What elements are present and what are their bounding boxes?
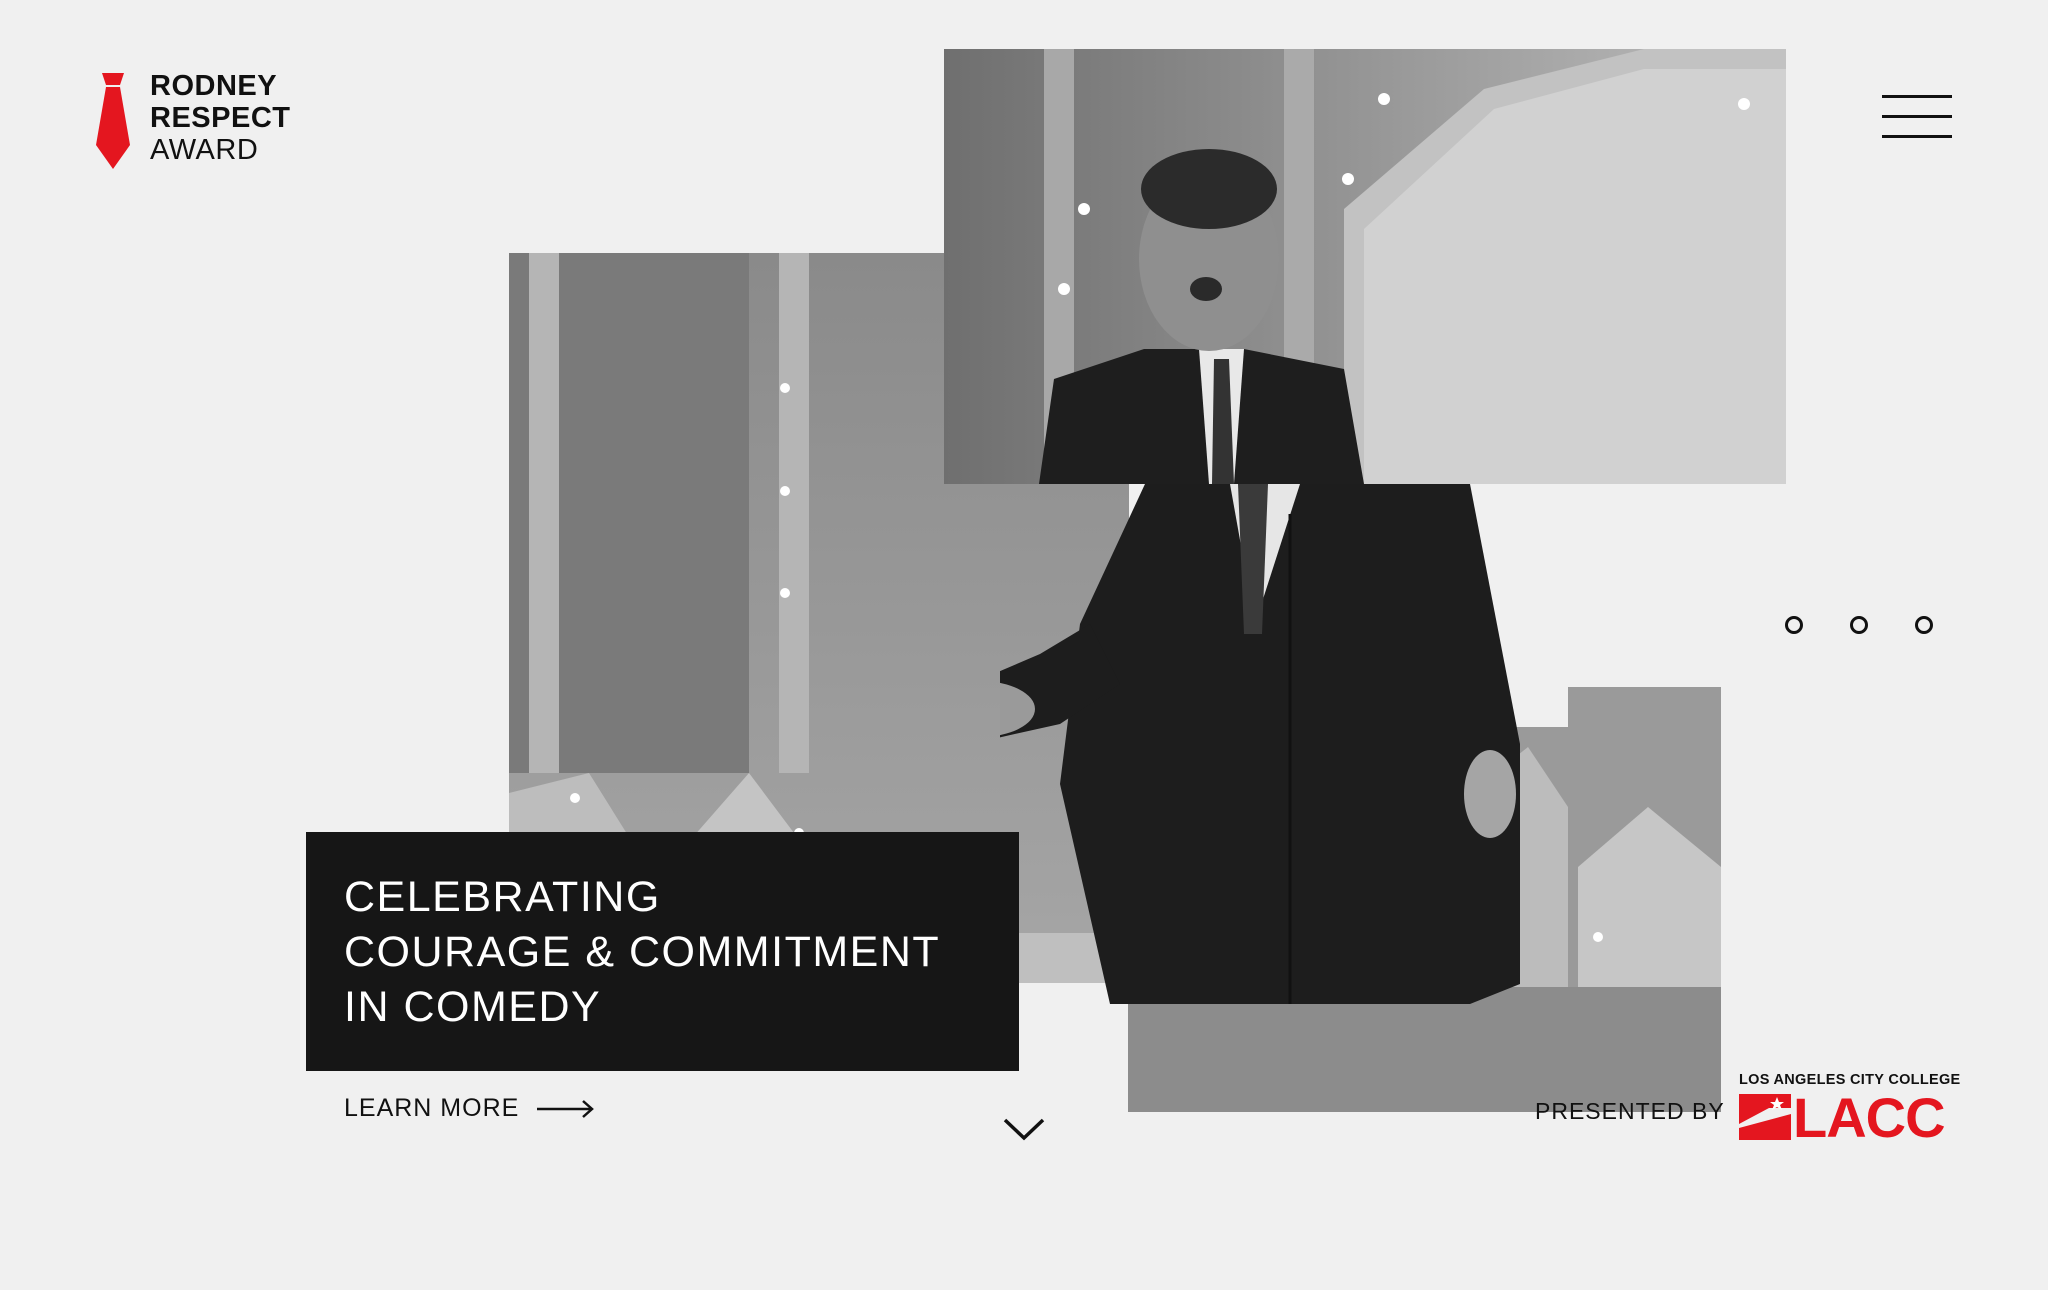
headline-line-2: COURAGE & COMMITMENT <box>344 928 941 976</box>
necktie-icon <box>96 73 130 169</box>
lacc-star-flag-icon <box>1739 1094 1791 1140</box>
arrow-right-icon <box>537 1099 595 1118</box>
site-logo[interactable]: RODNEY RESPECT AWARD <box>94 70 290 169</box>
lacc-logo[interactable]: LOS ANGELES CITY COLLEGE LACC <box>1739 1072 1960 1148</box>
slider-dot-1[interactable] <box>1785 616 1803 634</box>
comedian-portrait-image <box>944 49 1786 484</box>
page: RODNEY RESPECT AWARD CELEBRATING COURAGE… <box>0 0 2048 1290</box>
menu-bar <box>1882 135 1952 138</box>
headline-line-3: IN COMEDY <box>344 983 602 1031</box>
logo-line-1: RODNEY <box>150 70 278 102</box>
lacc-wordmark: LACC <box>1793 1086 1946 1149</box>
comedian-suit-image <box>1000 484 1520 1004</box>
logo-line-2: RESPECT <box>150 102 291 134</box>
hero-photo-middle-panel <box>1000 484 1568 1004</box>
slider-pagination <box>1785 616 1933 634</box>
presented-by-label: PRESENTED BY <box>1535 1098 1725 1124</box>
learn-more-label: LEARN MORE <box>344 1094 520 1122</box>
headline-line-1: CELEBRATING <box>344 873 661 921</box>
slider-dot-2[interactable] <box>1850 616 1868 634</box>
logo-wordmark: RODNEY RESPECT AWARD <box>150 70 290 166</box>
slider-dot-3[interactable] <box>1915 616 1933 634</box>
menu-bar <box>1882 115 1952 118</box>
hero-headline-box: CELEBRATING COURAGE & COMMITMENT IN COME… <box>306 832 1019 1071</box>
hamburger-menu-icon[interactable] <box>1882 93 1952 141</box>
learn-more-link[interactable]: LEARN MORE <box>344 1094 595 1123</box>
chevron-down-icon[interactable] <box>1002 1116 1046 1144</box>
menu-bar <box>1882 95 1952 98</box>
hero-photo-top-panel <box>944 49 1786 484</box>
logo-line-3: AWARD <box>150 134 259 166</box>
